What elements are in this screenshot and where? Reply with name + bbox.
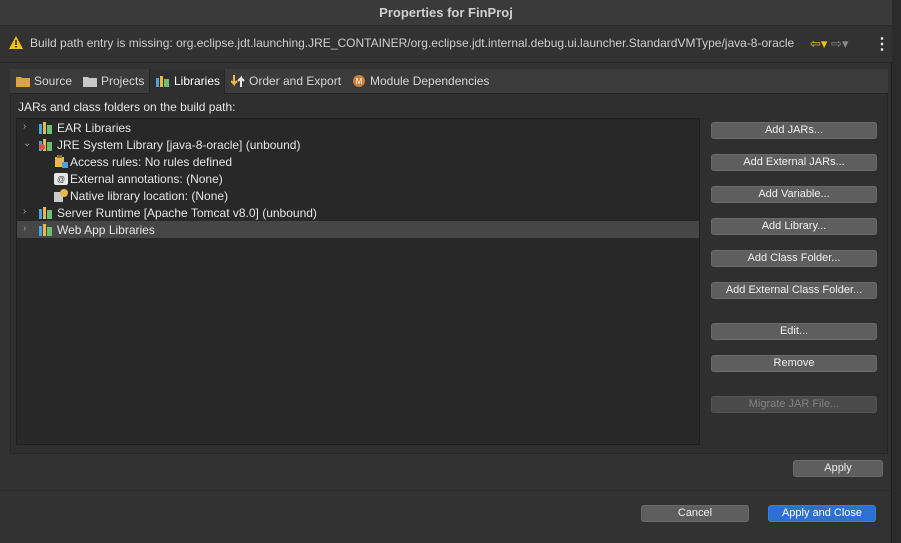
chevron-right-icon[interactable]: › (23, 121, 33, 132)
tree-item-label: Web App Libraries (57, 223, 155, 237)
add-variable-button[interactable]: Add Variable... (711, 186, 877, 203)
tab-libraries[interactable]: Libraries (149, 69, 225, 94)
tree-item-label: External annotations: (None) (70, 172, 223, 186)
svg-text:M: M (356, 77, 363, 86)
apply-button[interactable]: Apply (793, 460, 883, 477)
libraries-icon (156, 76, 169, 87)
tree-item-label: EAR Libraries (57, 121, 132, 135)
add-external-class-folder-button[interactable]: Add External Class Folder... (711, 282, 877, 299)
build-path-tree[interactable]: › EAR Libraries ⌄ JRE System Library [ja… (16, 118, 700, 445)
chevron-right-icon[interactable]: › (23, 206, 33, 217)
add-library-button[interactable]: Add Library... (711, 218, 877, 235)
divider (0, 62, 892, 63)
tab-module-dependencies[interactable]: M Module Dependencies (346, 69, 494, 94)
message-bar: Build path entry is missing: org.eclipse… (0, 26, 892, 62)
add-external-jars-button[interactable]: Add External JARs... (711, 154, 877, 171)
add-jars-button[interactable]: Add JARs... (711, 122, 877, 139)
divider (0, 490, 892, 491)
history-nav: ⇦▾ ⇨▾ (810, 36, 848, 52)
annotations-icon: @ (54, 173, 68, 185)
chevron-right-icon[interactable]: › (23, 223, 33, 234)
tree-item-native-library[interactable]: Native library location: (None) (17, 187, 699, 204)
apply-and-close-button[interactable]: Apply and Close (768, 505, 876, 522)
tree-item-access-rules[interactable]: Access rules: No rules defined (17, 153, 699, 170)
tab-projects[interactable]: Projects (77, 69, 149, 94)
migrate-jar-button[interactable]: Migrate JAR File... (711, 396, 877, 413)
source-folder-icon (16, 77, 30, 87)
tree-item-label: Native library location: (None) (70, 189, 229, 203)
order-export-icon (231, 75, 245, 87)
tree-item-label: Server Runtime [Apache Tomcat v8.0] (unb… (57, 206, 317, 220)
chevron-down-icon[interactable]: ⌄ (23, 138, 33, 149)
tab-label: Order and Export (249, 74, 342, 88)
tab-order-export[interactable]: Order and Export (225, 69, 346, 94)
tree-item-ear-libraries[interactable]: › EAR Libraries (17, 119, 699, 136)
build-path-heading: JARs and class folders on the build path… (18, 100, 236, 114)
tab-label: Module Dependencies (370, 74, 490, 88)
edit-button[interactable]: Edit... (711, 323, 877, 340)
tree-item-server-runtime[interactable]: › Server Runtime [Apache Tomcat v8.0] (u… (17, 204, 699, 221)
back-arrow-icon[interactable]: ⇦▾ (810, 36, 827, 51)
tab-source[interactable]: Source (10, 69, 77, 94)
svg-text:@: @ (57, 175, 65, 184)
tree-item-label: Access rules: No rules defined (70, 155, 233, 169)
message-text: Build path entry is missing: org.eclipse… (30, 36, 795, 50)
warning-icon (9, 36, 23, 49)
add-class-folder-button[interactable]: Add Class Folder... (711, 250, 877, 267)
jre-library-error-icon (39, 139, 52, 151)
library-icon (39, 207, 52, 219)
tree-item-jre-system-library[interactable]: ⌄ JRE System Library [java-8-oracle] (un… (17, 136, 699, 153)
title-bar: Properties for FinProj (0, 0, 892, 26)
cancel-button[interactable]: Cancel (641, 505, 749, 522)
dialog-title: Properties for FinProj (379, 5, 513, 20)
remove-button[interactable]: Remove (711, 355, 877, 372)
tab-label: Projects (101, 74, 145, 88)
projects-folder-icon (83, 77, 97, 87)
forward-arrow-icon[interactable]: ⇨▾ (831, 36, 848, 51)
more-menu-icon[interactable]: ⋮ (874, 34, 890, 54)
library-icon (39, 224, 52, 236)
tree-item-web-app-libraries[interactable]: › Web App Libraries (17, 221, 699, 238)
tree-item-external-annotations[interactable]: @ External annotations: (None) (17, 170, 699, 187)
tab-label: Libraries (174, 74, 221, 88)
tab-bar: Source Projects Libraries Order and Expo… (10, 69, 888, 94)
properties-dialog: Properties for FinProj Build path entry … (0, 0, 892, 543)
module-icon: M (353, 75, 365, 87)
background-window-edge (892, 0, 901, 543)
library-icon (39, 122, 52, 134)
access-rules-icon (55, 155, 68, 168)
tree-item-label: JRE System Library [java-8-oracle] (unbo… (57, 138, 301, 152)
tab-label: Source (34, 74, 73, 88)
native-library-icon (54, 189, 68, 202)
